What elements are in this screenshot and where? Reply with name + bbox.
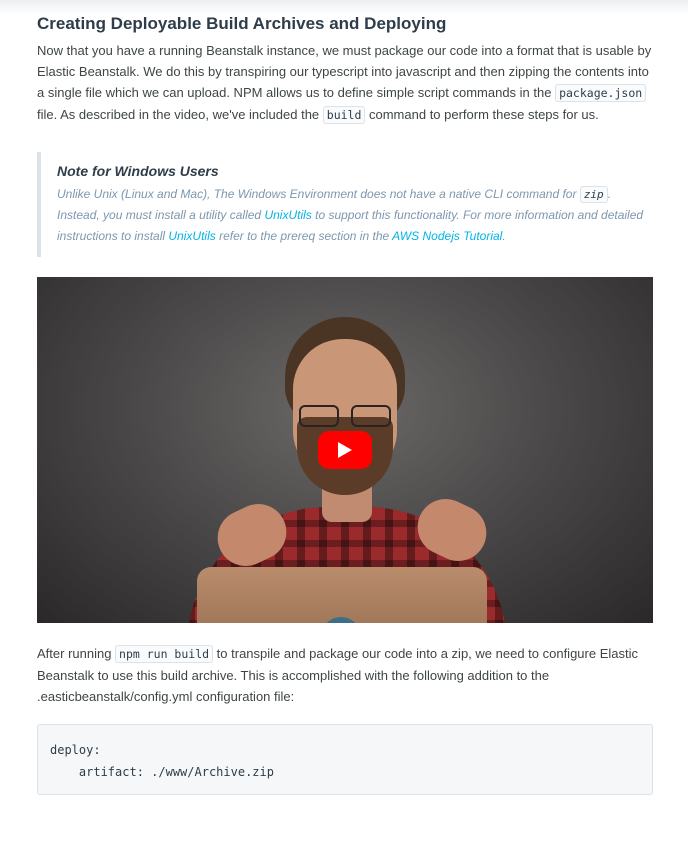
section-title: Creating Deployable Build Archives and D…: [37, 14, 447, 33]
note-body: Unlike Unix (Linux and Mac), The Windows…: [57, 184, 653, 247]
aws-nodejs-tutorial-link[interactable]: AWS Nodejs Tutorial: [392, 229, 502, 243]
windows-note-callout: Note for Windows Users Unlike Unix (Linu…: [37, 152, 653, 257]
note-text-1: Unlike Unix (Linux and Mac), The Windows…: [57, 187, 580, 201]
lesson-content: Creating Deployable Build Archives and D…: [37, 12, 653, 795]
play-icon: [338, 442, 352, 458]
config-code-block: deploy: artifact: ./www/Archive.zip: [37, 724, 653, 795]
npm-run-build-code: npm run build: [115, 645, 214, 663]
after-text-1: After running: [37, 646, 116, 661]
zip-code: zip: [579, 186, 608, 203]
after-paragraph: After running npm run build to transpile…: [37, 643, 653, 707]
play-button[interactable]: [318, 431, 372, 469]
intro-paragraph: Now that you have a running Beanstalk in…: [37, 40, 653, 126]
intro-text-2: file. As described in the video, we've i…: [37, 107, 323, 122]
package-json-code: package.json: [555, 84, 647, 102]
page: Creating Deployable Build Archives and D…: [0, 0, 688, 848]
unixutils-link[interactable]: UnixUtils: [264, 208, 311, 222]
note-text-4: refer to the prereq section in the: [215, 229, 393, 243]
note-text-5: .: [502, 229, 506, 243]
video-player[interactable]: [37, 277, 653, 623]
build-code: build: [322, 106, 366, 124]
unixutils-link-2[interactable]: UnixUtils: [168, 229, 215, 243]
note-heading: Note for Windows Users: [57, 163, 219, 179]
intro-text-3: command to perform these steps for us.: [365, 107, 599, 122]
